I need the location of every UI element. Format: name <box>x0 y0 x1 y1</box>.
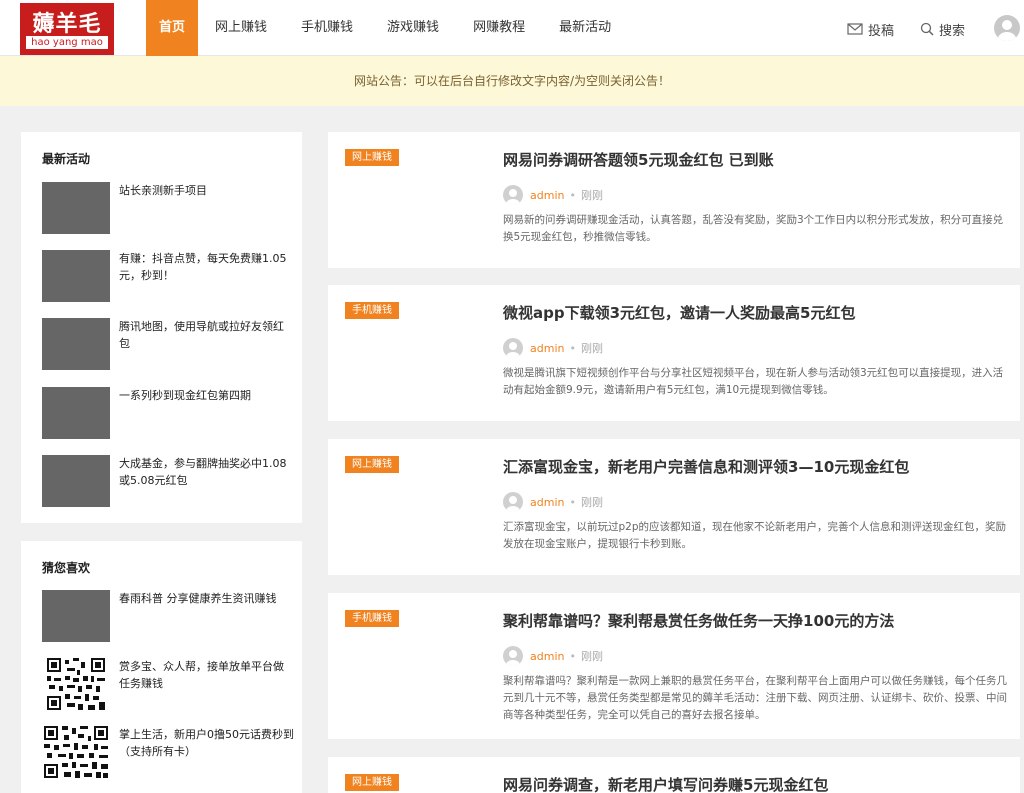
post-excerpt: 网易新的问券调研赚现金活动，认真答题，乱答没有奖励，奖励3个工作日内以积分形式发… <box>503 214 1004 243</box>
nav-item-mobile-earning[interactable]: 手机赚钱 <box>284 0 370 56</box>
post-author[interactable]: admin <box>530 189 564 202</box>
post-author[interactable]: admin <box>530 342 564 355</box>
list-item-title[interactable]: 站长亲测新手项目 <box>119 182 294 199</box>
nav-item-tutorials[interactable]: 网赚教程 <box>456 0 542 56</box>
post-meta: admin • 刚刚 <box>503 185 603 205</box>
post-author[interactable]: admin <box>530 650 564 663</box>
category-tag[interactable]: 网上赚钱 <box>345 149 399 166</box>
user-icon <box>506 496 520 512</box>
list-item[interactable]: 有赚：抖音点赞，每天免费赚1.05元，秒到！ <box>42 250 292 302</box>
thumbnail[interactable] <box>42 455 110 507</box>
post-time: 刚刚 <box>580 650 603 663</box>
author-avatar[interactable] <box>503 646 523 666</box>
latest-activities-widget: 最新活动 站长亲测新手项目 有赚：抖音点赞，每天免费赚1.05元，秒到！ 腾讯地… <box>21 132 302 523</box>
post-time: 刚刚 <box>580 342 603 355</box>
list-item-title[interactable]: 赏多宝、众人帮，接单放单平台做任务赚钱 <box>119 658 294 692</box>
post-meta: admin • 刚刚 <box>503 646 603 666</box>
list-item[interactable]: 春雨科普 分享健康养生资讯赚钱 <box>42 590 292 642</box>
thumbnail[interactable] <box>42 250 110 302</box>
site-logo[interactable]: 薅羊毛 hao yang mao <box>20 3 114 55</box>
category-tag[interactable]: 手机赚钱 <box>345 302 399 319</box>
list-item-title[interactable]: 大成基金，参与翻牌抽奖必中1.08或5.08元红包 <box>119 455 294 489</box>
search-button[interactable]: 搜索 <box>920 19 965 39</box>
user-avatar[interactable] <box>994 15 1020 41</box>
post-time: 刚刚 <box>580 496 603 509</box>
category-tag[interactable]: 网上赚钱 <box>345 774 399 791</box>
post-excerpt: 汇添富现金宝，以前玩过p2p的应该都知道，现在他家不论新老用户，完善个人信息和测… <box>503 521 1007 550</box>
thumbnail[interactable] <box>42 318 110 370</box>
contribute-label: 投稿 <box>868 23 895 39</box>
nav-item-game-earning[interactable]: 游戏赚钱 <box>370 0 456 56</box>
list-item[interactable]: 站长亲测新手项目 <box>42 182 292 234</box>
meta-separator: • <box>569 188 576 202</box>
post-title[interactable]: 聚利帮靠谱吗？聚利帮悬赏任务做任务一天挣100元的方法 <box>503 610 894 631</box>
post-meta: admin • 刚刚 <box>503 492 603 512</box>
logo-text: 薅羊毛 <box>32 11 102 37</box>
search-icon <box>920 22 934 36</box>
user-icon <box>506 189 520 205</box>
user-icon <box>506 342 520 358</box>
list-item-title[interactable]: 掌上生活，新用户0撸50元话费秒到（支持所有卡） <box>119 726 294 760</box>
post-time: 刚刚 <box>580 189 603 202</box>
list-item[interactable]: 赏多宝、众人帮，接单放单平台做任务赚钱 <box>42 658 292 710</box>
post-excerpt: 微视是腾讯旗下短视频创作平台与分享社区短视频平台，现在新人参与活动领3元红包可以… <box>503 367 1004 396</box>
qr-code-thumbnail[interactable] <box>42 658 110 710</box>
main-nav: 首页 网上赚钱 手机赚钱 游戏赚钱 网赚教程 最新活动 <box>146 0 628 56</box>
widget-title: 猜您喜欢 <box>42 561 91 575</box>
logo-pinyin: hao yang mao <box>26 36 108 49</box>
post-card: 手机赚钱 聚利帮靠谱吗？聚利帮悬赏任务做任务一天挣100元的方法 admin •… <box>328 593 1020 739</box>
author-avatar[interactable] <box>503 338 523 358</box>
post-card: 网上赚钱 网易问券调查，新老用户填写问券赚5元现金红包 <box>328 757 1020 793</box>
user-icon <box>506 650 520 666</box>
thumbnail[interactable] <box>42 387 110 439</box>
list-item-title[interactable]: 春雨科普 分享健康养生资讯赚钱 <box>119 590 294 607</box>
list-item-title[interactable]: 腾讯地图，使用导航或拉好友领红包 <box>119 318 294 352</box>
post-card: 网上赚钱 汇添富现金宝，新老用户完善信息和测评领3—10元现金红包 admin … <box>328 439 1020 575</box>
user-icon <box>998 20 1016 41</box>
post-excerpt: 聚利帮靠谱吗？聚利帮是一款网上兼职的悬赏任务平台，在聚利帮平台上面用户可以做任务… <box>503 675 1007 721</box>
thumbnail[interactable] <box>42 182 110 234</box>
list-item-title[interactable]: 一系列秒到现金红包第四期 <box>119 387 294 404</box>
meta-separator: • <box>569 341 576 355</box>
post-card: 手机赚钱 微视app下载领3元红包，邀请一人奖励最高5元红包 admin • 刚… <box>328 285 1020 421</box>
list-item[interactable]: 大成基金，参与翻牌抽奖必中1.08或5.08元红包 <box>42 455 292 507</box>
post-title[interactable]: 汇添富现金宝，新老用户完善信息和测评领3—10元现金红包 <box>503 456 909 477</box>
nav-item-latest-activities[interactable]: 最新活动 <box>542 0 628 56</box>
category-tag[interactable]: 网上赚钱 <box>345 456 399 473</box>
recommended-widget: 猜您喜欢 春雨科普 分享健康养生资讯赚钱 赏多宝、众人帮，接单放单平台做任务赚钱… <box>21 541 302 793</box>
thumbnail[interactable] <box>42 590 110 642</box>
meta-separator: • <box>569 495 576 509</box>
post-meta: admin • 刚刚 <box>503 338 603 358</box>
author-avatar[interactable] <box>503 492 523 512</box>
site-header: 薅羊毛 hao yang mao 首页 网上赚钱 手机赚钱 游戏赚钱 网赚教程 … <box>0 0 1024 56</box>
meta-separator: • <box>569 649 576 663</box>
search-label: 搜索 <box>939 23 966 39</box>
list-item[interactable]: 掌上生活，新用户0撸50元话费秒到（支持所有卡） <box>42 726 294 778</box>
site-notice: 网站公告：可以在后台自行修改文字内容/为空则关闭公告！ <box>0 56 1024 106</box>
list-item-title[interactable]: 有赚：抖音点赞，每天免费赚1.05元，秒到！ <box>119 250 294 284</box>
post-author[interactable]: admin <box>530 496 564 509</box>
post-title[interactable]: 网易问券调查，新老用户填写问券赚5元现金红包 <box>503 774 828 793</box>
qr-code-thumbnail[interactable] <box>42 726 110 778</box>
post-card: 网上赚钱 网易问券调研答题领5元现金红包 已到账 admin • 刚刚 网易新的… <box>328 132 1020 268</box>
contribute-button[interactable]: 投稿 <box>847 19 894 39</box>
author-avatar[interactable] <box>503 185 523 205</box>
envelope-icon <box>847 22 863 36</box>
widget-title: 最新活动 <box>42 152 91 166</box>
notice-text: 网站公告：可以在后台自行修改文字内容/为空则关闭公告！ <box>353 74 671 88</box>
category-tag[interactable]: 手机赚钱 <box>345 610 399 627</box>
list-item[interactable]: 一系列秒到现金红包第四期 <box>42 387 292 439</box>
nav-item-home[interactable]: 首页 <box>146 0 199 56</box>
post-title[interactable]: 网易问券调研答题领5元现金红包 已到账 <box>503 149 774 170</box>
nav-item-online-earning[interactable]: 网上赚钱 <box>198 0 284 56</box>
post-title[interactable]: 微视app下载领3元红包，邀请一人奖励最高5元红包 <box>503 302 855 323</box>
list-item[interactable]: 腾讯地图，使用导航或拉好友领红包 <box>42 318 292 370</box>
